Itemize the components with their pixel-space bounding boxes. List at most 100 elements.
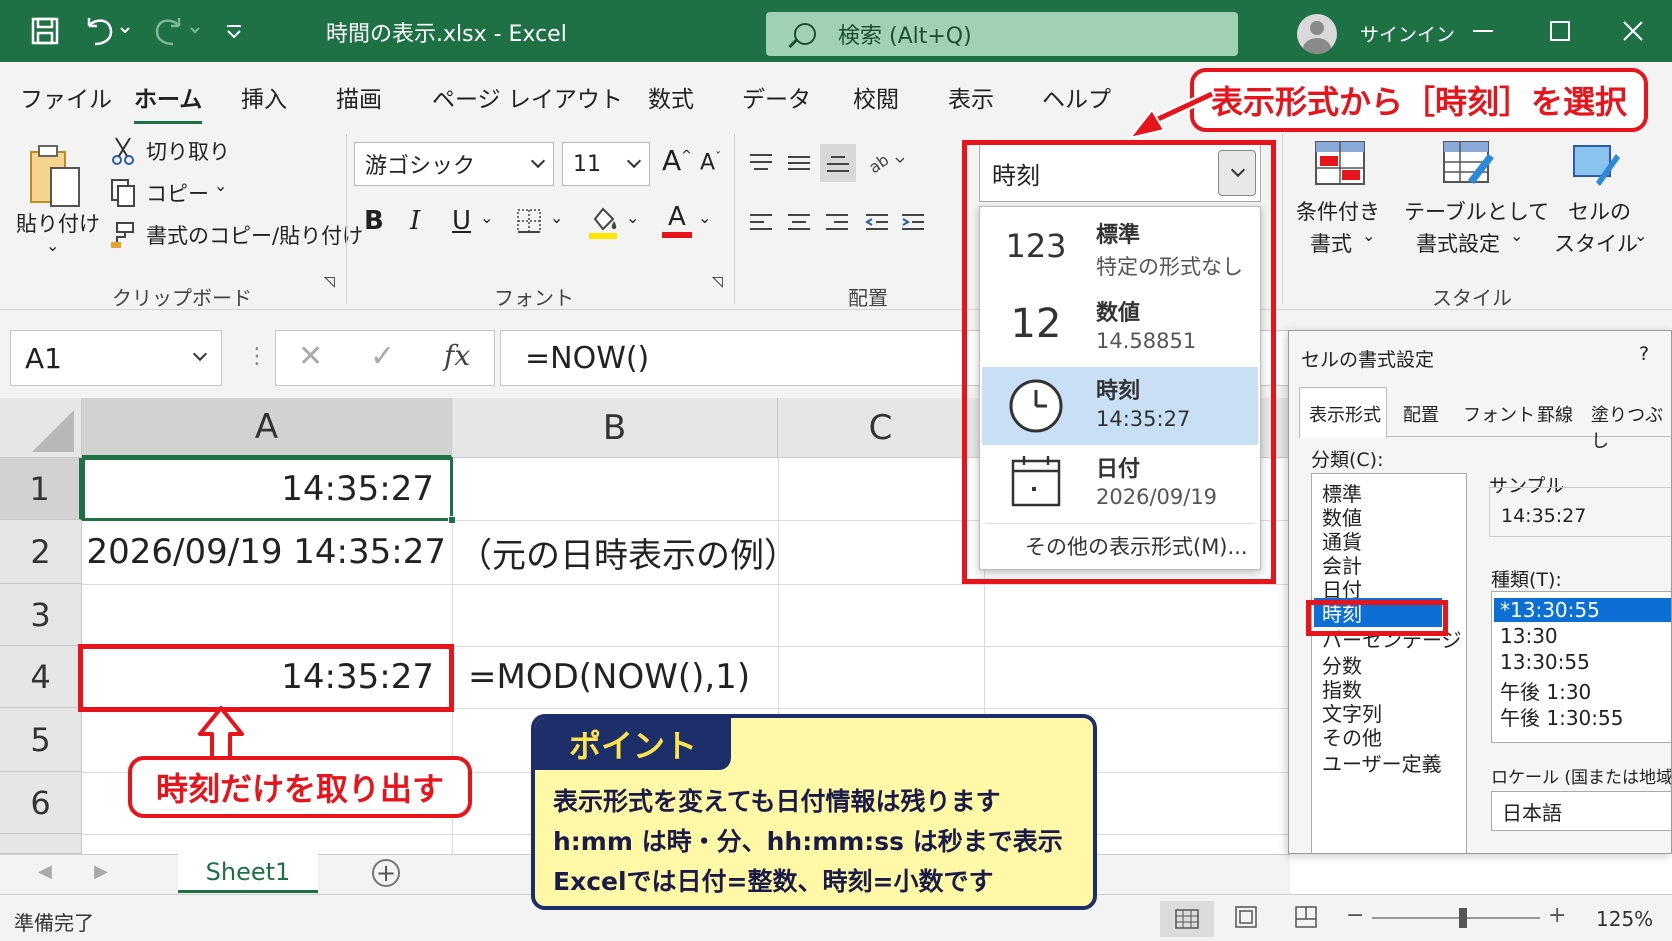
row-header-1[interactable]: 1 [0, 458, 82, 520]
type-item[interactable]: *13:30:55 [1494, 598, 1671, 622]
row-header-6[interactable]: 6 [0, 772, 82, 834]
tab-home[interactable]: ホーム [134, 80, 203, 124]
underline-button[interactable]: U [452, 206, 471, 236]
name-box[interactable]: A1 [10, 330, 222, 386]
cell-styles-icon[interactable] [1566, 138, 1622, 188]
cell-b2[interactable]: （元の日時表示の例） [458, 520, 798, 584]
select-all-button[interactable] [0, 398, 82, 458]
align-top-icon[interactable] [746, 148, 776, 178]
tab-file[interactable]: ファイル [20, 80, 112, 114]
cell-a1[interactable]: 14:35:27 [86, 458, 434, 520]
conditional-format-line1[interactable]: 条件付き [1296, 196, 1380, 226]
insert-function-icon[interactable]: fx [444, 339, 470, 372]
type-list[interactable]: *13:30:55 13:30 13:30:55 午後 1:30 午後 1:30… [1491, 591, 1671, 743]
align-right-icon[interactable] [822, 208, 852, 238]
format-as-table-line1[interactable]: テーブルとして [1404, 196, 1549, 226]
dialog-tab-font[interactable]: フォント [1463, 401, 1535, 427]
dialog-tab-number[interactable]: 表示形式 [1309, 401, 1381, 427]
decrease-indent-icon[interactable] [862, 208, 892, 238]
font-launcher-icon[interactable]: ◹ [712, 274, 723, 290]
dialog-tab-alignment[interactable]: 配置 [1403, 401, 1439, 427]
tab-insert[interactable]: 挿入 [241, 80, 287, 114]
fill-color-icon[interactable] [586, 202, 620, 242]
close-icon[interactable] [1618, 14, 1648, 48]
undo-icon[interactable] [82, 14, 132, 48]
tab-draw[interactable]: 描画 [336, 80, 382, 114]
confirm-entry-icon[interactable]: ✓ [370, 339, 395, 374]
font-color-button[interactable]: A [660, 202, 694, 242]
page-break-view-icon[interactable] [1294, 905, 1318, 933]
fill-handle[interactable] [448, 516, 456, 524]
customize-toolbar-icon[interactable] [222, 14, 246, 48]
tab-formulas[interactable]: 数式 [648, 80, 694, 114]
underline-dropdown-icon[interactable]: ⌄ [480, 208, 493, 227]
conditional-format-dropdown-icon[interactable]: ⌄ [1362, 226, 1375, 245]
dialog-tab-border[interactable]: 罫線 [1537, 401, 1573, 427]
column-header-a[interactable]: A [82, 398, 452, 458]
font-color-dropdown-icon[interactable]: ⌄ [698, 208, 711, 227]
cell-b4[interactable]: =MOD(NOW(),1) [468, 646, 750, 708]
cell-styles-dropdown-icon[interactable]: ⌄ [1634, 226, 1647, 245]
tab-view[interactable]: 表示 [948, 80, 994, 114]
column-header-b[interactable]: B [452, 398, 778, 458]
row-header-4[interactable]: 4 [0, 646, 82, 708]
cut-button[interactable]: 切り取り [146, 136, 230, 166]
normal-view-icon[interactable] [1160, 901, 1214, 937]
tab-data[interactable]: データ [742, 80, 811, 114]
align-left-icon[interactable] [746, 208, 776, 238]
type-item[interactable]: 午後 1:30 [1500, 676, 1591, 705]
format-as-table-dropdown-icon[interactable]: ⌄ [1510, 226, 1523, 245]
tab-help[interactable]: ヘルプ [1042, 80, 1111, 114]
dialog-help-button[interactable]: ? [1639, 343, 1649, 365]
zoom-out-icon[interactable]: − [1346, 903, 1364, 928]
paste-button[interactable]: 貼り付け [16, 208, 100, 238]
sheet-tab-sheet1[interactable]: Sheet1 [178, 853, 318, 893]
zoom-in-icon[interactable]: + [1548, 903, 1566, 928]
signin-link[interactable]: サインイン [1360, 20, 1455, 47]
copy-button[interactable]: コピー [146, 178, 209, 208]
increase-indent-icon[interactable] [898, 208, 928, 238]
scroll-right-icon[interactable]: ▶ [94, 861, 108, 882]
row-header-7[interactable] [0, 834, 82, 854]
dialog-tab-fill[interactable]: 塗りつぶし [1591, 401, 1671, 453]
fill-color-dropdown-icon[interactable]: ⌄ [626, 208, 639, 227]
borders-dropdown-icon[interactable]: ⌄ [550, 208, 563, 227]
zoom-slider-thumb[interactable] [1459, 908, 1467, 928]
clipboard-launcher-icon[interactable]: ◹ [324, 274, 335, 290]
search-input[interactable]: 検索 (Alt+Q) [766, 12, 1238, 56]
type-item[interactable]: 13:30 [1500, 624, 1558, 648]
borders-icon[interactable] [514, 206, 544, 236]
format-as-table-icon[interactable] [1440, 138, 1496, 188]
copy-dropdown-icon[interactable]: ⌄ [214, 176, 227, 195]
italic-button[interactable]: I [410, 206, 420, 236]
maximize-icon[interactable] [1545, 14, 1575, 48]
category-special[interactable]: その他 [1322, 722, 1382, 751]
page-layout-view-icon[interactable] [1234, 905, 1258, 933]
avatar[interactable] [1297, 14, 1337, 54]
type-item[interactable]: 13:30:55 [1500, 650, 1590, 674]
align-bottom-icon[interactable] [820, 144, 856, 182]
zoom-slider[interactable] [1372, 908, 1540, 928]
conditional-format-line2[interactable]: 書式 [1310, 228, 1352, 258]
add-sheet-icon[interactable]: + [372, 859, 400, 887]
type-item[interactable]: 午後 1:30:55 [1500, 702, 1623, 731]
grow-font-button[interactable]: A^ [662, 144, 692, 177]
format-painter-button[interactable]: 書式のコピー/貼り付け [146, 220, 363, 250]
paste-icon[interactable] [24, 142, 84, 212]
redo-icon[interactable] [150, 14, 206, 48]
scroll-left-icon[interactable]: ◀ [38, 861, 52, 882]
bold-button[interactable]: B [364, 206, 384, 236]
shrink-font-button[interactable]: Aˇ [700, 150, 721, 175]
category-custom[interactable]: ユーザー定義 [1322, 748, 1442, 777]
minimize-icon[interactable] [1468, 14, 1498, 48]
locale-select[interactable]: 日本語 [1491, 791, 1671, 831]
conditional-format-icon[interactable] [1312, 138, 1368, 188]
paste-dropdown-icon[interactable]: ⌄ [46, 236, 59, 255]
zoom-level[interactable]: 125% [1596, 907, 1653, 931]
cell-styles-line2[interactable]: スタイル [1554, 228, 1638, 258]
row-header-2[interactable]: 2 [0, 520, 82, 584]
tab-review[interactable]: 校閲 [853, 80, 899, 114]
cell-styles-line1[interactable]: セルの [1568, 196, 1631, 226]
row-header-5[interactable]: 5 [0, 708, 82, 772]
cancel-entry-icon[interactable]: ✕ [298, 339, 323, 374]
